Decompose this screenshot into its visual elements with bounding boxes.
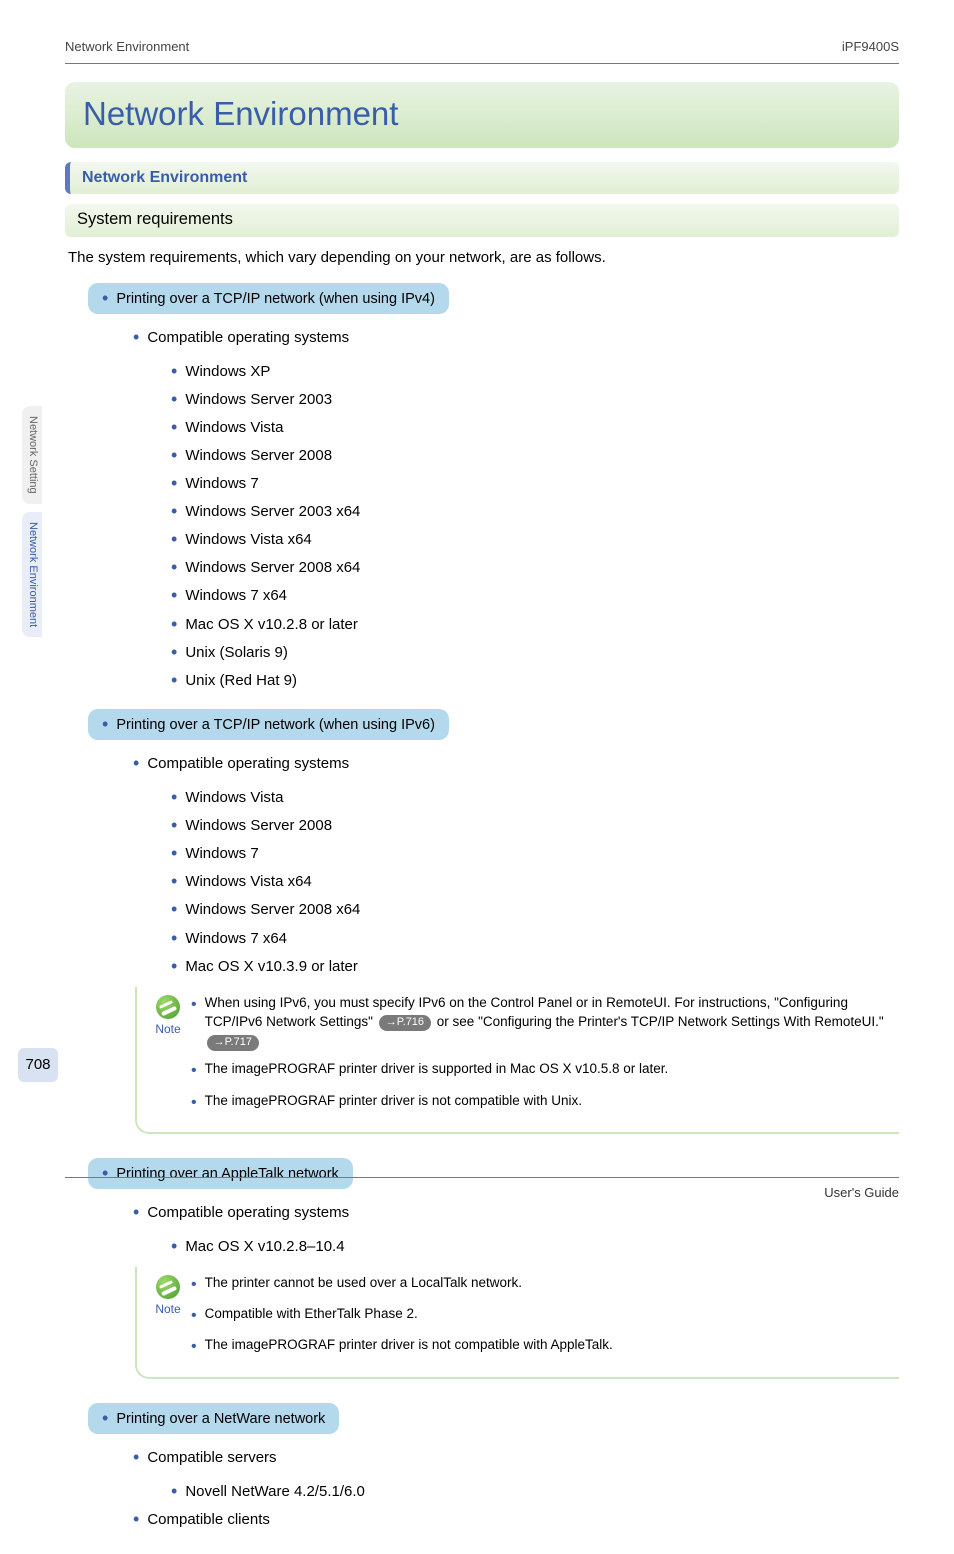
title-banner: Network Environment xyxy=(65,82,899,148)
group-subhead: Compatible servers xyxy=(133,1444,899,1470)
note-line: •The imagePROGRAF printer driver is not … xyxy=(191,1091,891,1114)
list-item: Windows Server 2008 xyxy=(171,812,899,838)
list-item: Unix (Red Hat 9) xyxy=(171,667,899,693)
list-item: Mac OS X v10.3.9 or later xyxy=(171,953,899,979)
list-item: Unix (Solaris 9) xyxy=(171,639,899,665)
note-line: •The imagePROGRAF printer driver is not … xyxy=(191,1335,891,1358)
intro-text: The system requirements, which vary depe… xyxy=(68,247,899,269)
list-item: Mac OS X v10.2.8–10.4 xyxy=(171,1233,899,1259)
list-item: Windows Server 2008 xyxy=(171,442,899,468)
group-subhead: Compatible clients xyxy=(133,1506,899,1532)
group-tag: Printing over a NetWare network xyxy=(88,1403,339,1434)
note-box: Note•When using IPv6, you must specify I… xyxy=(135,987,899,1134)
list-item: Windows Server 2008 x64 xyxy=(171,896,899,922)
list-item: Windows Vista x64 xyxy=(171,868,899,894)
list-item: Windows Vista xyxy=(171,414,899,440)
group-subhead: Compatible operating systems xyxy=(133,750,899,776)
footer-text: User's Guide xyxy=(65,1177,899,1203)
list-item: Windows XP xyxy=(171,358,899,384)
page-link[interactable]: →P.716 xyxy=(379,1015,431,1031)
page-link[interactable]: →P.717 xyxy=(207,1035,259,1051)
list-item: Windows 7 x64 xyxy=(171,582,899,608)
note-label: Note xyxy=(145,1021,191,1038)
note-line: •Compatible with EtherTalk Phase 2. xyxy=(191,1304,891,1327)
side-tab[interactable]: Network Environment xyxy=(22,512,42,637)
page-title: Network Environment xyxy=(83,90,881,138)
list-item: Windows 7 x64 xyxy=(171,925,899,951)
list-item: Novell NetWare 4.2/5.1/6.0 xyxy=(171,1478,899,1504)
page-number: 708 xyxy=(18,1048,58,1082)
header-left: Network Environment xyxy=(65,38,189,57)
list-item: Windows 7 xyxy=(171,840,899,866)
header-right: iPF9400S xyxy=(842,38,899,57)
list-item: Windows Server 2008 x64 xyxy=(171,554,899,580)
note-icon xyxy=(156,1275,180,1299)
note-label: Note xyxy=(145,1301,191,1318)
note-box: Note•The printer cannot be used over a L… xyxy=(135,1267,899,1379)
list-item: Windows Vista xyxy=(171,784,899,810)
group-tag: Printing over a TCP/IP network (when usi… xyxy=(88,709,449,740)
note-icon xyxy=(156,995,180,1019)
list-item: Windows 7 xyxy=(171,470,899,496)
group-tag: Printing over a TCP/IP network (when usi… xyxy=(88,283,449,314)
subsection-heading: System requirements xyxy=(65,204,899,237)
list-item: Windows Server 2003 x64 xyxy=(171,498,899,524)
list-item: Windows Vista x64 xyxy=(171,526,899,552)
note-line: •The imagePROGRAF printer driver is supp… xyxy=(191,1059,891,1082)
side-tab[interactable]: Network Setting xyxy=(22,406,42,504)
group-subhead: Compatible operating systems xyxy=(133,324,899,350)
note-line: •The printer cannot be used over a Local… xyxy=(191,1273,891,1296)
section-heading: Network Environment xyxy=(65,162,899,194)
side-tabs: Network Setting Network Environment xyxy=(22,406,44,645)
list-item: Windows Server 2003 xyxy=(171,386,899,412)
list-item: Mac OS X v10.2.8 or later xyxy=(171,611,899,637)
note-line: •When using IPv6, you must specify IPv6 … xyxy=(191,993,891,1052)
